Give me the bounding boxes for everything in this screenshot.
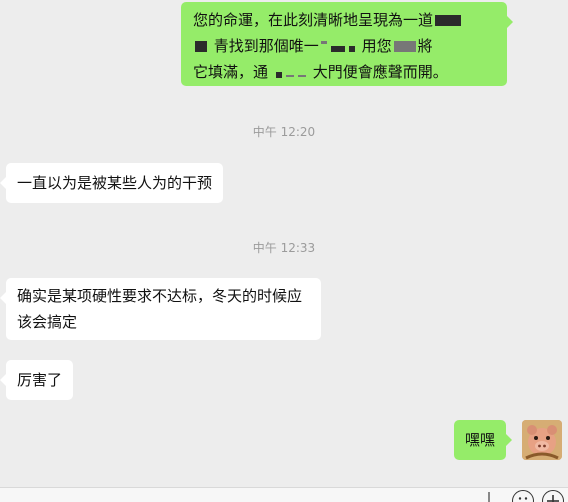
redaction-block	[320, 41, 327, 44]
message-text: 嘿嘿	[465, 431, 496, 449]
redaction-block	[330, 46, 345, 52]
chat-area: 您的命運，在此刻清晰地呈現為一道 青找到那個唯一 用您 將 它填滿，通 大門便會應…	[0, 0, 568, 502]
message-bubble-incoming[interactable]: 一直以为是被某些人为的干预	[0, 163, 224, 203]
timestamp: 中午 12:33	[252, 241, 316, 255]
user-avatar[interactable]	[522, 420, 562, 460]
message-text: 大門便會應聲而開。	[312, 63, 448, 81]
message-text: 厉害了	[17, 371, 63, 389]
redaction-block	[276, 72, 283, 78]
voice-icon[interactable]	[488, 492, 490, 502]
redaction-block	[348, 46, 355, 52]
message-bubble-incoming[interactable]: 确实是某项硬性要求不达标，冬天的时候应 该会搞定	[0, 278, 321, 340]
message-text: 用您	[361, 37, 392, 55]
message-bubble-outgoing[interactable]: 您的命運，在此刻清晰地呈現為一道 青找到那個唯一 用您 將 它填滿，通 大門便會應…	[181, 2, 513, 86]
input-bar	[0, 487, 568, 502]
emoji-icon[interactable]	[512, 490, 534, 502]
timestamp: 中午 12:20	[252, 125, 316, 139]
message-text: 一直以为是被某些人为的干预	[17, 174, 213, 192]
message-text: 將	[417, 37, 433, 55]
message-text: 它填滿，通	[193, 63, 269, 81]
emoji-face-icon	[518, 497, 528, 500]
plus-icon	[547, 495, 559, 502]
redaction-block	[298, 75, 307, 77]
message-line: 您的命運，在此刻清晰地呈現為一道	[193, 7, 495, 33]
message-text: 青找到那個唯一	[213, 37, 319, 55]
message-bubble-outgoing[interactable]: 嘿嘿	[454, 420, 513, 460]
message-line: 该会搞定	[17, 313, 78, 331]
message-line: 它填滿，通 大門便會應聲而開。	[193, 59, 495, 85]
add-icon[interactable]	[542, 490, 564, 502]
redaction-block	[286, 75, 295, 77]
cartoon-pig-avatar-icon	[522, 420, 562, 460]
redaction-block	[195, 41, 207, 52]
message-bubble-incoming[interactable]: 厉害了	[0, 360, 74, 400]
message-text: 您的命運，在此刻清晰地呈現為一道	[193, 11, 434, 29]
redaction-block	[393, 41, 416, 52]
message-line: 确实是某项硬性要求不达标，冬天的时候应	[17, 287, 303, 305]
message-line: 青找到那個唯一 用您 將	[193, 33, 495, 59]
redaction-block	[435, 15, 462, 26]
